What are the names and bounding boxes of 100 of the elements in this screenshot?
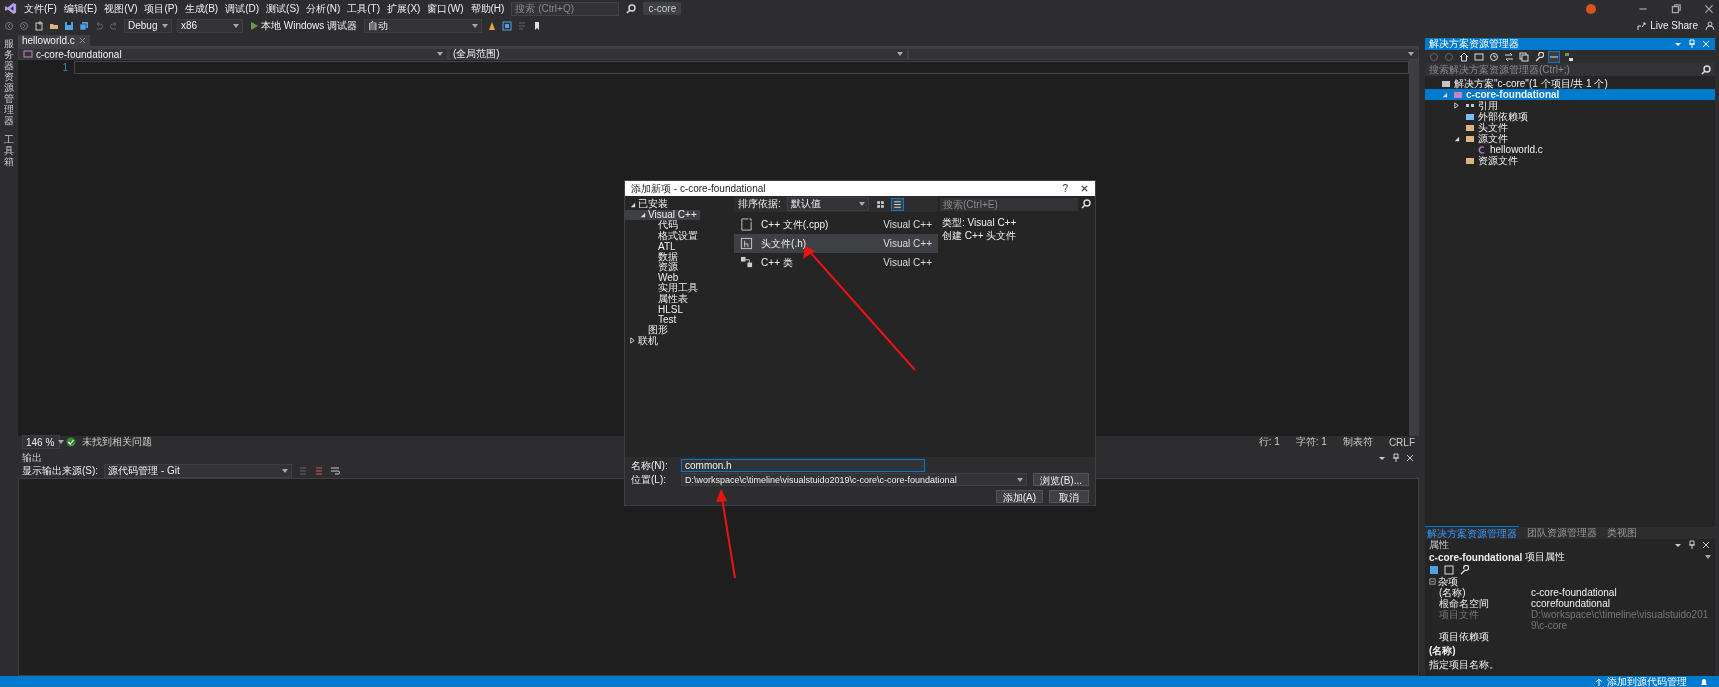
class-diagram-icon[interactable] xyxy=(1564,51,1574,62)
side-tab[interactable]: 工具箱 xyxy=(4,134,14,167)
grid-view-icon[interactable] xyxy=(874,198,886,210)
sync-icon[interactable] xyxy=(1504,51,1514,62)
menu-item[interactable]: 工具(T) xyxy=(347,1,381,16)
search-icon[interactable] xyxy=(1701,64,1711,75)
search-icon[interactable] xyxy=(1081,199,1091,209)
issues-status[interactable]: 未找到相关问题 xyxy=(82,435,152,449)
category-item[interactable]: 已安装 xyxy=(625,199,671,210)
scope-dropdown[interactable]: (全局范围) xyxy=(448,48,908,60)
side-tab[interactable]: 服务器资源管理器 xyxy=(4,38,14,126)
history-icon[interactable] xyxy=(1489,51,1499,62)
menu-item[interactable]: 调试(D) xyxy=(225,1,260,16)
project-dropdown[interactable]: c-core-foundational xyxy=(18,48,448,60)
cancel-button[interactable]: 取消 xyxy=(1049,490,1089,503)
category-item[interactable]: Test xyxy=(625,314,680,325)
collapsed-arrow-icon[interactable] xyxy=(1453,102,1460,109)
back-icon[interactable] xyxy=(4,20,14,31)
panel-tab[interactable]: 团队资源管理器 xyxy=(1525,526,1599,540)
scrollbar[interactable] xyxy=(1409,60,1419,436)
search-field[interactable]: 搜索 (Ctrl+Q) xyxy=(511,1,620,16)
pin-icon[interactable] xyxy=(1687,540,1697,550)
window-icon[interactable] xyxy=(502,20,513,31)
menu-item[interactable]: 项目(P) xyxy=(144,1,178,16)
property-pages-icon[interactable] xyxy=(1444,564,1454,575)
tree-item[interactable]: 头文件 xyxy=(1425,122,1715,133)
add-button[interactable]: 添加(A) xyxy=(995,490,1043,503)
expanded-arrow-icon[interactable] xyxy=(629,200,636,208)
template-item[interactable]: C++ 文件(.cpp) Visual C++ xyxy=(734,215,938,234)
menu-item[interactable]: 扩展(X) xyxy=(387,1,421,16)
menu-item[interactable]: 窗口(W) xyxy=(427,1,464,16)
forward-icon[interactable] xyxy=(19,20,29,31)
word-wrap-icon[interactable] xyxy=(330,466,341,476)
close-icon[interactable] xyxy=(1703,2,1715,15)
collapse-icon[interactable] xyxy=(1519,51,1529,62)
category-item[interactable]: 数据 xyxy=(625,251,681,262)
category-item[interactable]: Web xyxy=(625,272,682,283)
menu-item[interactable]: 分析(N) xyxy=(306,1,341,16)
menu-item[interactable]: 帮助(H) xyxy=(470,1,505,16)
browse-button[interactable]: 浏览(B)... xyxy=(1033,473,1089,486)
pin-icon[interactable] xyxy=(1391,453,1401,463)
category-item[interactable]: 资源 xyxy=(625,262,681,273)
new-item-icon[interactable] xyxy=(34,20,44,31)
wrench-icon[interactable] xyxy=(1459,564,1469,575)
person-icon[interactable] xyxy=(1705,20,1715,31)
avatar[interactable] xyxy=(1586,3,1596,14)
wrench-icon[interactable] xyxy=(1534,51,1544,62)
template-item[interactable]: 头文件(.h) Visual C++ xyxy=(734,234,938,253)
undo-icon[interactable] xyxy=(94,20,104,31)
tree-item[interactable]: 资源文件 xyxy=(1425,155,1715,166)
configuration-dropdown[interactable]: Debug xyxy=(124,18,172,33)
menu-item[interactable]: 编辑(E) xyxy=(63,1,98,16)
document-tab[interactable]: helloworld.c xyxy=(18,35,90,46)
menu-item[interactable]: 视图(V) xyxy=(104,1,138,16)
location-dropdown[interactable]: D:\workspace\c\timeline\visualstuido2019\c-core\c-core-foundational xyxy=(681,473,1028,486)
debug-mode-dropdown[interactable]: 自动 xyxy=(364,18,483,33)
tree-item[interactable]: 解决方案"c-core"(1 个项目/共 1 个) xyxy=(1425,78,1715,89)
search-field[interactable]: 搜索解决方案资源管理器(Ctrl+;) xyxy=(1425,63,1715,76)
category-item[interactable]: HLSL xyxy=(625,304,686,315)
tree-item[interactable]: 引用 xyxy=(1425,100,1715,111)
object-dropdown[interactable]: c-core-foundational 项目属性 xyxy=(1425,551,1715,563)
bell-icon[interactable] xyxy=(1699,676,1709,687)
save-all-icon[interactable] xyxy=(79,20,89,31)
category-item[interactable]: 联机 xyxy=(625,335,661,346)
collapse-box-icon[interactable] xyxy=(1429,578,1436,585)
restore-icon[interactable] xyxy=(1670,2,1682,15)
start-debugging-button[interactable]: 本地 Windows 调试器 xyxy=(248,18,360,33)
template-item[interactable]: C++ 类 Visual C++ xyxy=(734,253,938,272)
category-item[interactable]: Visual C++ xyxy=(625,209,700,220)
sort-dropdown[interactable]: 默认值 xyxy=(786,197,869,211)
source-control-button[interactable]: 添加到源代码管理 xyxy=(1592,674,1689,687)
tree-item[interactable]: 源文件 xyxy=(1425,133,1715,144)
live-share-button[interactable]: Live Share xyxy=(1635,20,1700,31)
menu-item[interactable]: 生成(B) xyxy=(184,1,219,16)
switch-views-icon[interactable] xyxy=(1474,51,1484,62)
platform-dropdown[interactable]: x86 xyxy=(177,18,243,33)
close-icon[interactable] xyxy=(1080,184,1089,193)
tree-item[interactable]: helloworld.c xyxy=(1425,144,1715,155)
output-source-dropdown[interactable]: 源代码管理 - Git xyxy=(104,464,293,478)
expanded-arrow-icon[interactable] xyxy=(1453,135,1460,142)
template-search-field[interactable]: 搜索(Ctrl+E) xyxy=(940,197,1078,211)
tree-item[interactable]: c-core-foundational xyxy=(1425,89,1715,100)
category-item[interactable]: 图形 xyxy=(625,325,671,336)
collapsed-arrow-icon[interactable] xyxy=(629,337,636,345)
category-item[interactable]: 格式设置 xyxy=(625,230,701,241)
redo-icon[interactable] xyxy=(109,20,119,31)
expanded-arrow-icon[interactable] xyxy=(639,211,646,219)
category-item[interactable]: 代码 xyxy=(625,220,681,231)
name-field[interactable]: common.h xyxy=(681,459,925,472)
search-icon[interactable] xyxy=(626,3,637,14)
categorized-icon[interactable] xyxy=(1429,564,1439,575)
property-value[interactable]: ccorefoundational xyxy=(1531,598,1715,609)
tree-item[interactable]: 外部依赖项 xyxy=(1425,111,1715,122)
property-value[interactable]: c-core-foundational xyxy=(1531,587,1715,598)
menu-item[interactable]: 文件(F) xyxy=(24,1,57,16)
category-item[interactable]: 实用工具 xyxy=(625,283,701,294)
list-view-icon[interactable] xyxy=(891,198,903,210)
panel-tab[interactable]: 类视图 xyxy=(1605,526,1639,540)
home-icon[interactable] xyxy=(1459,51,1469,62)
category-item[interactable]: ATL xyxy=(625,241,679,252)
